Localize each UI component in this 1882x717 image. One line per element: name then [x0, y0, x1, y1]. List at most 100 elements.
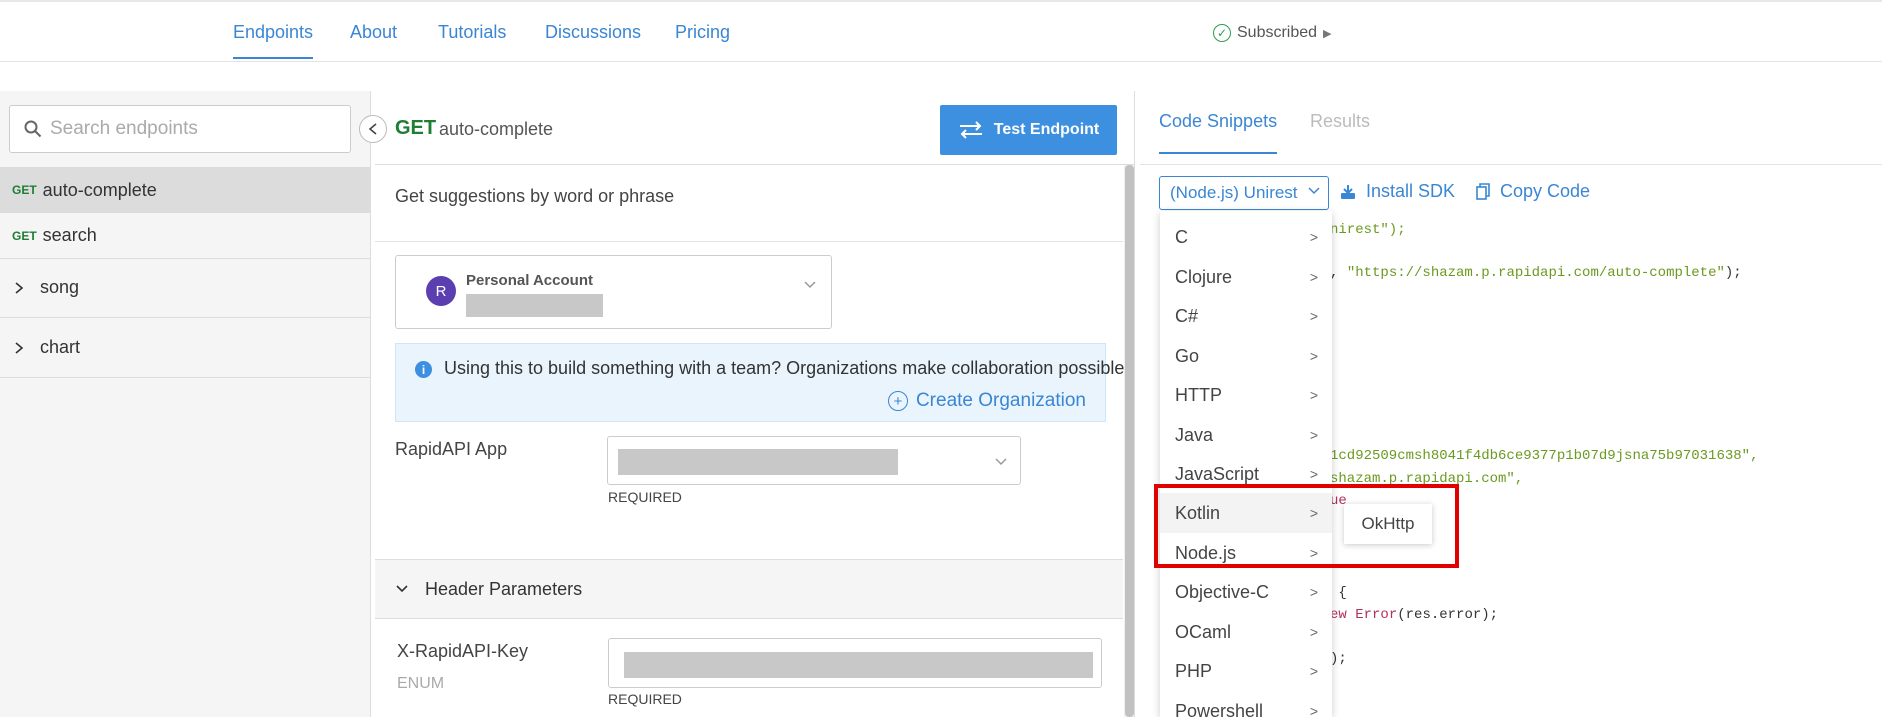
search-box[interactable] — [9, 105, 351, 153]
code-line: { — [1330, 585, 1347, 601]
test-endpoint-button[interactable]: Test Endpoint — [940, 105, 1117, 155]
code-token: "https://shazam.p.rapidapi.com/auto-comp… — [1346, 265, 1725, 281]
redacted-field — [618, 449, 898, 475]
chevron-right-icon: > — [1309, 308, 1318, 324]
tab-pricing[interactable]: Pricing — [675, 22, 730, 43]
menu-item-http[interactable]: HTTP > — [1160, 375, 1332, 415]
chevron-left-icon — [368, 123, 377, 135]
chevron-down-icon — [995, 458, 1007, 466]
menu-item-label: Go — [1175, 345, 1200, 366]
chevron-right-icon: > — [1309, 505, 1318, 521]
install-sdk-button[interactable]: Install SDK — [1340, 181, 1455, 202]
install-sdk-label: Install SDK — [1366, 181, 1456, 201]
menu-item-label: JavaScript — [1175, 463, 1260, 484]
group-label: chart — [40, 337, 81, 357]
tab-discussions[interactable]: Discussions — [545, 22, 641, 43]
create-organization-link[interactable]: + Create Organization — [887, 390, 1086, 412]
group-song[interactable]: song — [0, 258, 371, 318]
enum-label: ENUM — [397, 675, 445, 692]
divider — [375, 241, 1123, 242]
x-rapidapi-key-input[interactable] — [608, 638, 1102, 688]
redacted-field — [466, 294, 603, 317]
endpoint-item-auto-complete[interactable]: GET auto-complete — [0, 167, 371, 213]
menu-item-powershell[interactable]: Powershell > — [1160, 691, 1332, 717]
language-select[interactable]: (Node.js) Unirest — [1159, 176, 1329, 210]
tab-results[interactable]: Results — [1310, 111, 1370, 132]
copy-code-label: Copy Code — [1500, 181, 1591, 201]
code-token: ew — [1330, 607, 1356, 623]
copy-code-button[interactable]: Copy Code — [1476, 181, 1590, 202]
menu-item-label: Clojure — [1175, 266, 1233, 287]
copy-icon — [1476, 183, 1490, 200]
menu-item-label: Powershell — [1175, 700, 1264, 717]
header-parameters-section[interactable]: Header Parameters — [375, 559, 1123, 619]
search-input[interactable] — [50, 118, 330, 140]
create-organization-label: Create Organization — [915, 390, 1086, 411]
tab-tutorials[interactable]: Tutorials — [438, 22, 506, 43]
download-icon — [1341, 184, 1355, 199]
endpoints-sidebar: GET auto-complete GET search song chart — [0, 91, 371, 717]
tab-code-snippets[interactable]: Code Snippets — [1159, 111, 1278, 154]
code-line: ); — [1330, 651, 1347, 667]
menu-item-go[interactable]: Go > — [1160, 336, 1332, 376]
chevron-down-icon — [804, 281, 816, 289]
chevron-right-icon: > — [1309, 545, 1318, 561]
required-label: REQUIRED — [608, 489, 682, 505]
code-token: nirest"); — [1330, 222, 1406, 238]
code-token: shazam.p.rapidapi.com", — [1330, 471, 1524, 487]
code-token: Error — [1355, 607, 1398, 623]
menu-item-java[interactable]: Java > — [1160, 415, 1332, 455]
subscribed-status[interactable]: ✓ Subscribed ▶ — [1213, 24, 1332, 42]
code-line: 1cd92509cmsh8041f4db6ce9377p1b07d9jsna75… — [1330, 448, 1758, 464]
endpoint-name: auto-complete — [439, 119, 554, 139]
chevron-right-icon: > — [1309, 663, 1318, 679]
code-tabs: Code Snippets Results — [1140, 91, 1882, 165]
endpoint-label: auto-complete — [42, 179, 157, 200]
endpoint-label: search — [42, 225, 97, 245]
account-selector[interactable]: R Personal Account — [395, 255, 832, 329]
menu-item-c[interactable]: C > — [1160, 217, 1332, 257]
tab-endpoints[interactable]: Endpoints — [233, 22, 314, 59]
group-chart[interactable]: chart — [0, 318, 371, 378]
menu-item-kotlin[interactable]: Kotlin > — [1160, 493, 1332, 533]
menu-item-objective-c[interactable]: Objective-C > — [1160, 572, 1332, 612]
required-label: REQUIRED — [608, 691, 682, 707]
section-title: Header Parameters — [425, 578, 583, 599]
swap-arrows-icon — [959, 121, 982, 139]
scrollbar[interactable] — [1124, 165, 1134, 717]
menu-item-clojure[interactable]: Clojure > — [1160, 257, 1332, 297]
submenu-item-okhttp[interactable]: OkHttp — [1344, 504, 1432, 544]
menu-item-csharp[interactable]: C# > — [1160, 296, 1332, 336]
rapidapi-app-select[interactable] — [607, 436, 1021, 485]
scrollbar-thumb[interactable] — [1125, 165, 1134, 717]
chevron-right-icon: > — [1309, 427, 1318, 443]
method-badge: GET — [12, 183, 37, 197]
code-token: , — [1330, 265, 1347, 281]
chevron-down-icon — [396, 585, 408, 593]
check-circle-icon: ✓ — [1213, 24, 1231, 42]
caret-right-icon: ▶ — [1323, 27, 1332, 40]
top-navigation: Endpoints About Tutorials Discussions Pr… — [0, 0, 1882, 62]
organization-banner: i Using this to build something with a t… — [395, 343, 1129, 422]
menu-item-ocaml[interactable]: OCaml > — [1160, 612, 1332, 652]
menu-item-label: Objective-C — [1175, 581, 1270, 602]
menu-item-nodejs[interactable]: Node.js > — [1160, 533, 1332, 573]
language-select-value: (Node.js) Unirest — [1170, 183, 1298, 202]
chevron-right-icon — [15, 341, 24, 354]
chevron-right-icon — [15, 281, 24, 294]
chevron-right-icon: > — [1309, 466, 1318, 482]
subscribed-label: Subscribed — [1237, 24, 1318, 41]
tab-about[interactable]: About — [350, 22, 397, 43]
redacted-field — [624, 652, 1093, 678]
menu-item-php[interactable]: PHP > — [1160, 651, 1332, 691]
code-token: { — [1330, 585, 1347, 601]
chevron-right-icon: > — [1309, 229, 1318, 245]
code-line: ew Error(res.error); — [1330, 607, 1498, 623]
menu-item-javascript[interactable]: JavaScript > — [1160, 454, 1332, 494]
menu-item-label: Node.js — [1175, 542, 1237, 563]
menu-item-label: PHP — [1175, 660, 1213, 681]
avatar: R — [426, 276, 456, 306]
endpoint-item-search[interactable]: GET search — [0, 213, 371, 259]
collapse-sidebar-button[interactable] — [359, 115, 387, 143]
chevron-right-icon: > — [1309, 703, 1318, 717]
